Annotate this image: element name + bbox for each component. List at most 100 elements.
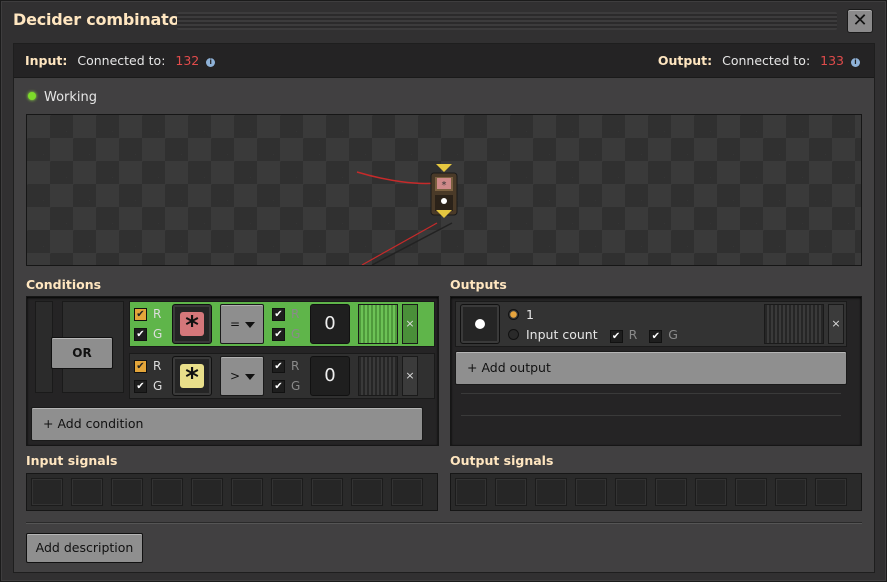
signal-slot	[271, 478, 303, 506]
comparator-value: >	[230, 369, 241, 383]
condition-drag-area[interactable]	[358, 356, 398, 396]
green-wire-checkbox[interactable]: ✔	[134, 327, 147, 341]
red-wire-checkbox[interactable]: ✔	[134, 359, 147, 373]
signal-slot	[151, 478, 183, 506]
output-option-constant[interactable]: 1	[508, 307, 534, 322]
drag-handle[interactable]	[177, 12, 837, 30]
svg-text:*: *	[442, 180, 447, 191]
comparator-value: =	[230, 317, 241, 331]
output-input-count-label: Input count	[526, 327, 598, 342]
red-wire-checkbox[interactable]: ✔	[609, 330, 623, 343]
green-wire-label: G	[153, 327, 163, 341]
conditions-panel: ✔ R ✔ G * = ✔ R ✔ G 0 × ✔ R ✔ G * > ✔ R …	[26, 296, 439, 446]
dot-signal-icon	[468, 312, 492, 336]
signal-slot	[615, 478, 647, 506]
red-wire-checkbox[interactable]: ✔	[134, 307, 147, 321]
red-wire-label: R	[153, 359, 162, 373]
chevron-down-icon	[245, 322, 255, 328]
remove-output-button[interactable]: ×	[828, 304, 844, 344]
remove-condition-button[interactable]: ×	[402, 356, 418, 396]
signal-selector[interactable]: *	[172, 356, 212, 396]
output-signal-selector[interactable]	[460, 304, 500, 344]
red-wire-checkbox[interactable]: ✔	[272, 307, 285, 321]
radio-input-count[interactable]	[508, 329, 519, 340]
output-connected-text: Connected to:	[722, 53, 811, 68]
signal-selector[interactable]: *	[172, 304, 212, 344]
entity-preview: *	[26, 114, 862, 266]
add-condition-button[interactable]: + Add condition	[31, 407, 423, 441]
input-connection: Input: Connected to: 132 i	[25, 53, 216, 68]
signal-slot	[111, 478, 143, 506]
radio-constant[interactable]	[508, 309, 519, 320]
signal-slot	[815, 478, 847, 506]
signal-slot	[655, 478, 687, 506]
status-text: Working	[44, 90, 98, 105]
red-wire-checkbox[interactable]: ✔	[272, 359, 285, 373]
green-wire-checkbox[interactable]: ✔	[134, 379, 147, 393]
info-icon[interactable]: i	[206, 58, 216, 67]
close-button[interactable]: ✕	[847, 9, 873, 33]
outputs-panel: 1 Input count ✔ R ✔ G × + Add output	[450, 296, 862, 446]
green-wire-checkbox[interactable]: ✔	[272, 327, 285, 341]
condition-drag-area[interactable]	[358, 304, 398, 344]
divider	[26, 522, 862, 524]
output-network-id: 133	[820, 53, 845, 68]
signal-slot	[311, 478, 343, 506]
signal-slot	[455, 478, 487, 506]
green-wire-checkbox[interactable]: ✔	[649, 330, 663, 343]
signal-slot	[351, 478, 383, 506]
red-wire-label: R	[291, 359, 300, 373]
window-title: Decider combinator	[13, 10, 188, 29]
signal-slot	[535, 478, 567, 506]
signal-slot	[191, 478, 223, 506]
main-panel: Input: Connected to: 132 i Output: Conne…	[13, 43, 875, 573]
red-wire-label: R	[628, 327, 638, 342]
add-description-button[interactable]: Add description	[26, 533, 143, 563]
red-wire-label: R	[153, 307, 162, 321]
comparator-dropdown[interactable]: >	[220, 356, 264, 396]
or-button[interactable]: OR	[51, 337, 113, 369]
chevron-down-icon	[245, 374, 255, 380]
input-signals-bar	[26, 473, 438, 511]
divider	[461, 393, 841, 394]
constant-input[interactable]: 0	[310, 304, 350, 344]
status-indicator: Working	[28, 90, 97, 105]
signal-slot	[495, 478, 527, 506]
asterisk-yellow-icon: *	[180, 364, 204, 392]
signal-slot	[735, 478, 767, 506]
signal-slot	[775, 478, 807, 506]
conditions-title: Conditions	[26, 277, 102, 292]
divider	[461, 415, 841, 416]
asterisk-red-icon: *	[180, 312, 204, 340]
condition-row: ✔ R ✔ G * = ✔ R ✔ G 0 ×	[129, 301, 435, 347]
info-icon[interactable]: i	[851, 58, 860, 67]
dot-signal-shape	[475, 319, 485, 329]
status-dot-icon	[28, 92, 36, 100]
decider-window: Decider combinator ✕ Input: Connected to…	[0, 0, 887, 582]
remove-condition-button[interactable]: ×	[402, 304, 418, 344]
green-wire-checkbox[interactable]: ✔	[272, 379, 285, 393]
constant-input[interactable]: 0	[310, 356, 350, 396]
comparator-dropdown[interactable]: =	[220, 304, 264, 344]
signal-slot	[231, 478, 263, 506]
outputs-title: Outputs	[450, 277, 507, 292]
output-option-input-count[interactable]: Input count ✔ R ✔ G	[508, 327, 678, 343]
signal-slot	[391, 478, 423, 506]
condition-row: ✔ R ✔ G * > ✔ R ✔ G 0 ×	[129, 353, 435, 399]
green-wire-label: G	[291, 327, 301, 341]
output-connection: Output: Connected to: 133 i	[658, 53, 860, 68]
add-output-button[interactable]: + Add output	[455, 351, 847, 385]
output-label: Output:	[657, 53, 713, 68]
output-drag-area[interactable]	[764, 304, 824, 344]
entity-preview-graphic: *	[356, 164, 458, 265]
input-label: Input:	[25, 53, 68, 68]
input-network-id: 132	[175, 53, 200, 68]
connection-bar: Input: Connected to: 132 i Output: Conne…	[14, 44, 874, 78]
signal-slot	[31, 478, 63, 506]
input-signals-title: Input signals	[26, 453, 118, 468]
output-row: 1 Input count ✔ R ✔ G ×	[455, 301, 847, 347]
output-signals-bar	[450, 473, 862, 511]
output-constant-value: 1	[526, 307, 534, 322]
red-wire-label: R	[291, 307, 300, 321]
input-connected-text: Connected to:	[77, 53, 166, 68]
